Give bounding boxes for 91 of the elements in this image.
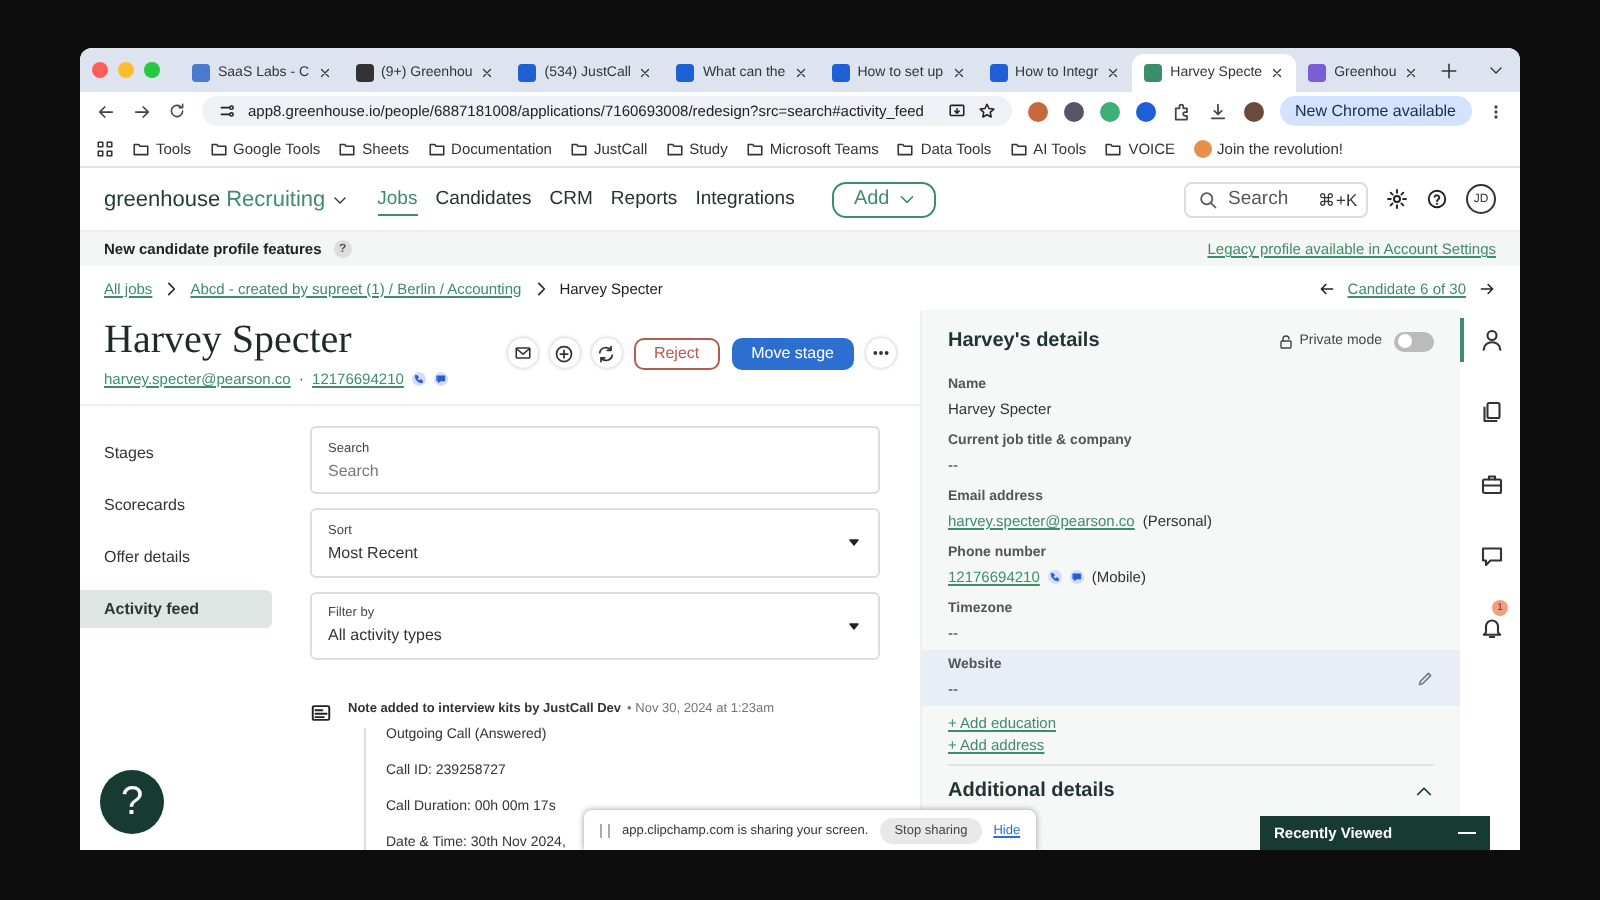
reload-icon	[168, 102, 186, 120]
chevron-down-icon	[1488, 62, 1504, 78]
chevron-icon	[162, 279, 181, 297]
phone-glyph-icon	[1049, 572, 1060, 582]
add-button[interactable]	[549, 338, 580, 368]
search-input[interactable]: Search	[328, 461, 862, 480]
search-icon	[1198, 189, 1218, 209]
apps-grid-icon	[96, 139, 114, 157]
nav-link[interactable]: CRM	[549, 183, 593, 215]
back-icon	[96, 101, 116, 121]
plus-circle-icon	[554, 343, 575, 363]
phone-icon[interactable]	[1047, 570, 1062, 584]
section-nav-item[interactable]: Scorecards	[80, 486, 272, 524]
transfer-button[interactable]	[591, 338, 622, 368]
folder-icon	[569, 139, 588, 157]
close-icon	[951, 66, 966, 80]
folder-icon	[209, 139, 228, 157]
help-icon	[1426, 188, 1448, 210]
email-button[interactable]	[507, 338, 538, 368]
section-title: Additional details	[948, 780, 1115, 802]
folder-icon	[745, 139, 764, 157]
cycle-arrows-icon	[596, 343, 617, 363]
more-button[interactable]	[866, 338, 896, 368]
details-title: Harvey's details	[948, 330, 1100, 352]
close-icon	[1404, 66, 1419, 80]
close-icon	[638, 66, 653, 80]
folder-icon	[338, 139, 357, 157]
bell-icon	[1480, 616, 1504, 640]
note-icon	[310, 701, 332, 724]
keyboard-shortcut: ⌘+K	[1318, 189, 1358, 209]
chevron-down-icon	[897, 190, 916, 208]
section-nav-item[interactable]: Activity feed	[80, 590, 272, 628]
close-icon	[1270, 66, 1285, 80]
next-arrow-icon	[1478, 279, 1496, 297]
folder-icon	[427, 139, 446, 157]
update-button[interactable]: New Chrome available	[1279, 96, 1472, 126]
message-icon[interactable]	[433, 372, 448, 386]
lock-icon	[1277, 333, 1294, 349]
previous-arrow-icon	[1317, 279, 1336, 297]
section-nav-item[interactable]: Offer details	[80, 538, 272, 576]
dropdown-caret-icon	[846, 534, 862, 551]
edit-pencil-icon	[1416, 669, 1434, 687]
section-nav-item[interactable]: Stages	[80, 434, 272, 472]
brand-name: greenhouse	[104, 187, 221, 211]
folder-icon	[1009, 139, 1028, 157]
nav-link[interactable]: Candidates	[435, 183, 532, 215]
briefcase-icon	[1480, 472, 1504, 496]
envelope-icon	[513, 344, 532, 362]
folder-icon	[1104, 139, 1123, 157]
close-icon	[480, 66, 495, 80]
reject-button[interactable]: Reject	[633, 337, 720, 369]
product-name: Recruiting	[226, 187, 326, 211]
extension-icon[interactable]	[1027, 101, 1048, 121]
minimize-icon[interactable]	[1458, 831, 1476, 835]
download-icon	[1207, 101, 1228, 121]
folder-icon	[665, 139, 684, 157]
more-vertical-icon	[1488, 103, 1504, 119]
close-icon	[793, 66, 808, 80]
nav-link[interactable]: Reports	[610, 183, 678, 215]
search-field[interactable]: Search ⌘+K	[1184, 181, 1368, 217]
dropdown-caret-icon	[846, 617, 862, 634]
nav-link[interactable]: Integrations	[695, 183, 795, 215]
phone-icon[interactable]	[411, 372, 426, 386]
message-icon[interactable]	[1069, 570, 1084, 584]
close-icon	[1106, 66, 1121, 80]
chat-glyph-icon	[435, 374, 446, 384]
extension-icon[interactable]	[1135, 101, 1156, 121]
phone-glyph-icon	[413, 374, 424, 384]
chat-icon	[1480, 544, 1504, 568]
site-settings-icon	[218, 102, 236, 120]
new-tab-icon	[1440, 61, 1459, 79]
close-icon	[317, 66, 332, 80]
private-mode-toggle[interactable]	[1394, 331, 1434, 351]
extension-icon[interactable]	[1063, 101, 1084, 121]
person-icon	[1480, 328, 1504, 352]
add-button[interactable]: Add	[832, 181, 937, 217]
profile-avatar[interactable]	[1243, 101, 1264, 121]
folder-icon	[132, 139, 150, 157]
puzzle-icon	[1171, 101, 1192, 121]
nav-link[interactable]: Jobs	[377, 183, 418, 215]
help-button[interactable]: ?	[100, 770, 164, 834]
star-icon	[977, 102, 996, 120]
move-stage-button[interactable]: Move stage	[731, 337, 854, 369]
install-icon	[947, 102, 966, 120]
candidate-name: Harvey Specter	[104, 318, 354, 364]
chat-glyph-icon	[1071, 572, 1082, 582]
separator-dot: ·	[298, 370, 305, 388]
folder-icon	[896, 139, 915, 157]
forward-icon	[132, 101, 152, 121]
documents-icon	[1480, 400, 1504, 424]
search-input[interactable]: Search	[1228, 188, 1308, 210]
